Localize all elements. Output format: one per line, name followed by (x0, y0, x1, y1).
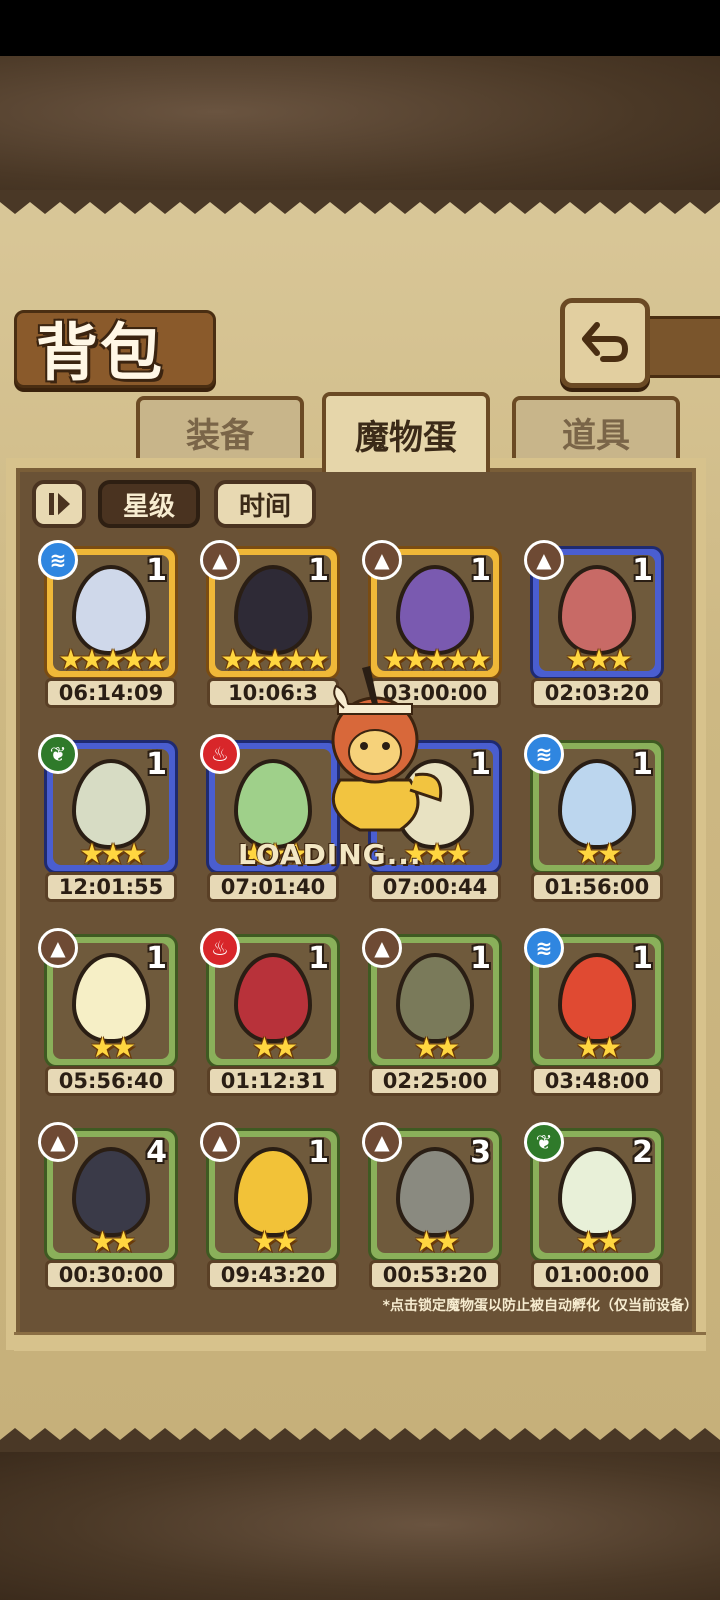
back-button[interactable] (560, 298, 650, 388)
tab-equipment[interactable]: 装备 (136, 396, 304, 464)
panel-bottom-bar (14, 1332, 706, 1351)
egg-count: 1 (632, 747, 653, 782)
egg-count: 1 (470, 747, 491, 782)
star-rating: ★★ (251, 1031, 298, 1064)
sort-by-stars[interactable]: 星级 (98, 480, 200, 528)
egg-count: 1 (308, 1135, 329, 1170)
water-element-icon: ≋ (524, 928, 564, 968)
earth-element-icon: ▲ (200, 1122, 240, 1162)
sort-toggle-button[interactable] (32, 480, 86, 528)
earth-element-icon: ▲ (362, 1122, 402, 1162)
return-arrow-icon (582, 322, 628, 362)
hatch-timer: 01:12:31 (207, 1066, 339, 1096)
hatch-timer: 07:00:44 (369, 872, 501, 902)
zigzag-bottom-edge (0, 1428, 720, 1452)
hatch-timer: 09:43:20 (207, 1260, 339, 1290)
egg-count: 1 (632, 553, 653, 588)
sort-by-time[interactable]: 时间 (214, 480, 316, 528)
hatch-timer: 05:56:40 (45, 1066, 177, 1096)
fire-element-icon: ♨ (200, 734, 240, 774)
egg-count: 1 (146, 941, 167, 976)
hatch-timer: 12:01:55 (45, 872, 177, 902)
egg-count: 3 (470, 1135, 491, 1170)
star-rating: ★★ (413, 1031, 460, 1064)
egg-count: 1 (470, 553, 491, 588)
page-title: 背包 (36, 316, 165, 389)
star-rating: ★★ (251, 1225, 298, 1258)
star-rating: ★★ (575, 1225, 622, 1258)
sort-toggle-icon (49, 493, 70, 515)
back-button-strip (640, 316, 720, 378)
plant-element-icon: ❦ (524, 1122, 564, 1162)
egg-count: 1 (146, 553, 167, 588)
egg-count: 1 (470, 941, 491, 976)
hatch-timer: 06:14:09 (45, 678, 177, 708)
hatch-timer: 02:03:20 (531, 678, 663, 708)
earth-element-icon: ▲ (524, 540, 564, 580)
map-background-bottom (0, 1450, 720, 1600)
egg-count: 4 (146, 1135, 167, 1170)
status-bar (0, 0, 720, 56)
star-rating: ★★ (89, 1225, 136, 1258)
earth-element-icon: ▲ (362, 928, 402, 968)
water-element-icon: ≋ (38, 540, 78, 580)
hatch-timer: 00:30:00 (45, 1260, 177, 1290)
egg-count: 1 (308, 553, 329, 588)
egg-count: 1 (146, 747, 167, 782)
star-rating: ★★★ (565, 643, 632, 676)
earth-element-icon: ▲ (38, 1122, 78, 1162)
hatch-timer: 01:00:00 (531, 1260, 663, 1290)
water-element-icon: ≋ (524, 734, 564, 774)
earth-element-icon: ▲ (362, 540, 402, 580)
hatch-timer: 03:48:00 (531, 1066, 663, 1096)
star-rating: ★★★★★ (58, 643, 168, 676)
plant-element-icon: ❦ (38, 734, 78, 774)
hatch-timer: 02:25:00 (369, 1066, 501, 1096)
fire-element-icon: ♨ (200, 928, 240, 968)
zigzag-top-edge (0, 190, 720, 214)
earth-element-icon: ▲ (200, 540, 240, 580)
map-background-top (0, 56, 720, 196)
earth-element-icon: ▲ (38, 928, 78, 968)
egg-count: 1 (308, 941, 329, 976)
egg-count: 1 (632, 941, 653, 976)
star-rating: ★★ (413, 1225, 460, 1258)
egg-count: 2 (632, 1135, 653, 1170)
loading-text: LOADING... (238, 838, 422, 871)
star-rating: ★★★ (79, 837, 146, 870)
hatch-timer: 07:01:40 (207, 872, 339, 902)
tab-items[interactable]: 道具 (512, 396, 680, 464)
star-rating: ★★ (575, 1031, 622, 1064)
star-rating: ★★ (575, 837, 622, 870)
star-rating: ★★ (89, 1031, 136, 1064)
tab-monster-eggs[interactable]: 魔物蛋 (322, 392, 490, 472)
loading-mascot-character (331, 666, 443, 832)
lock-hint-note: *点击锁定魔物蛋以防止被自动孵化（仅当前设备） (382, 1298, 698, 1314)
hatch-timer: 01:56:00 (531, 872, 663, 902)
hatch-timer: 00:53:20 (369, 1260, 501, 1290)
